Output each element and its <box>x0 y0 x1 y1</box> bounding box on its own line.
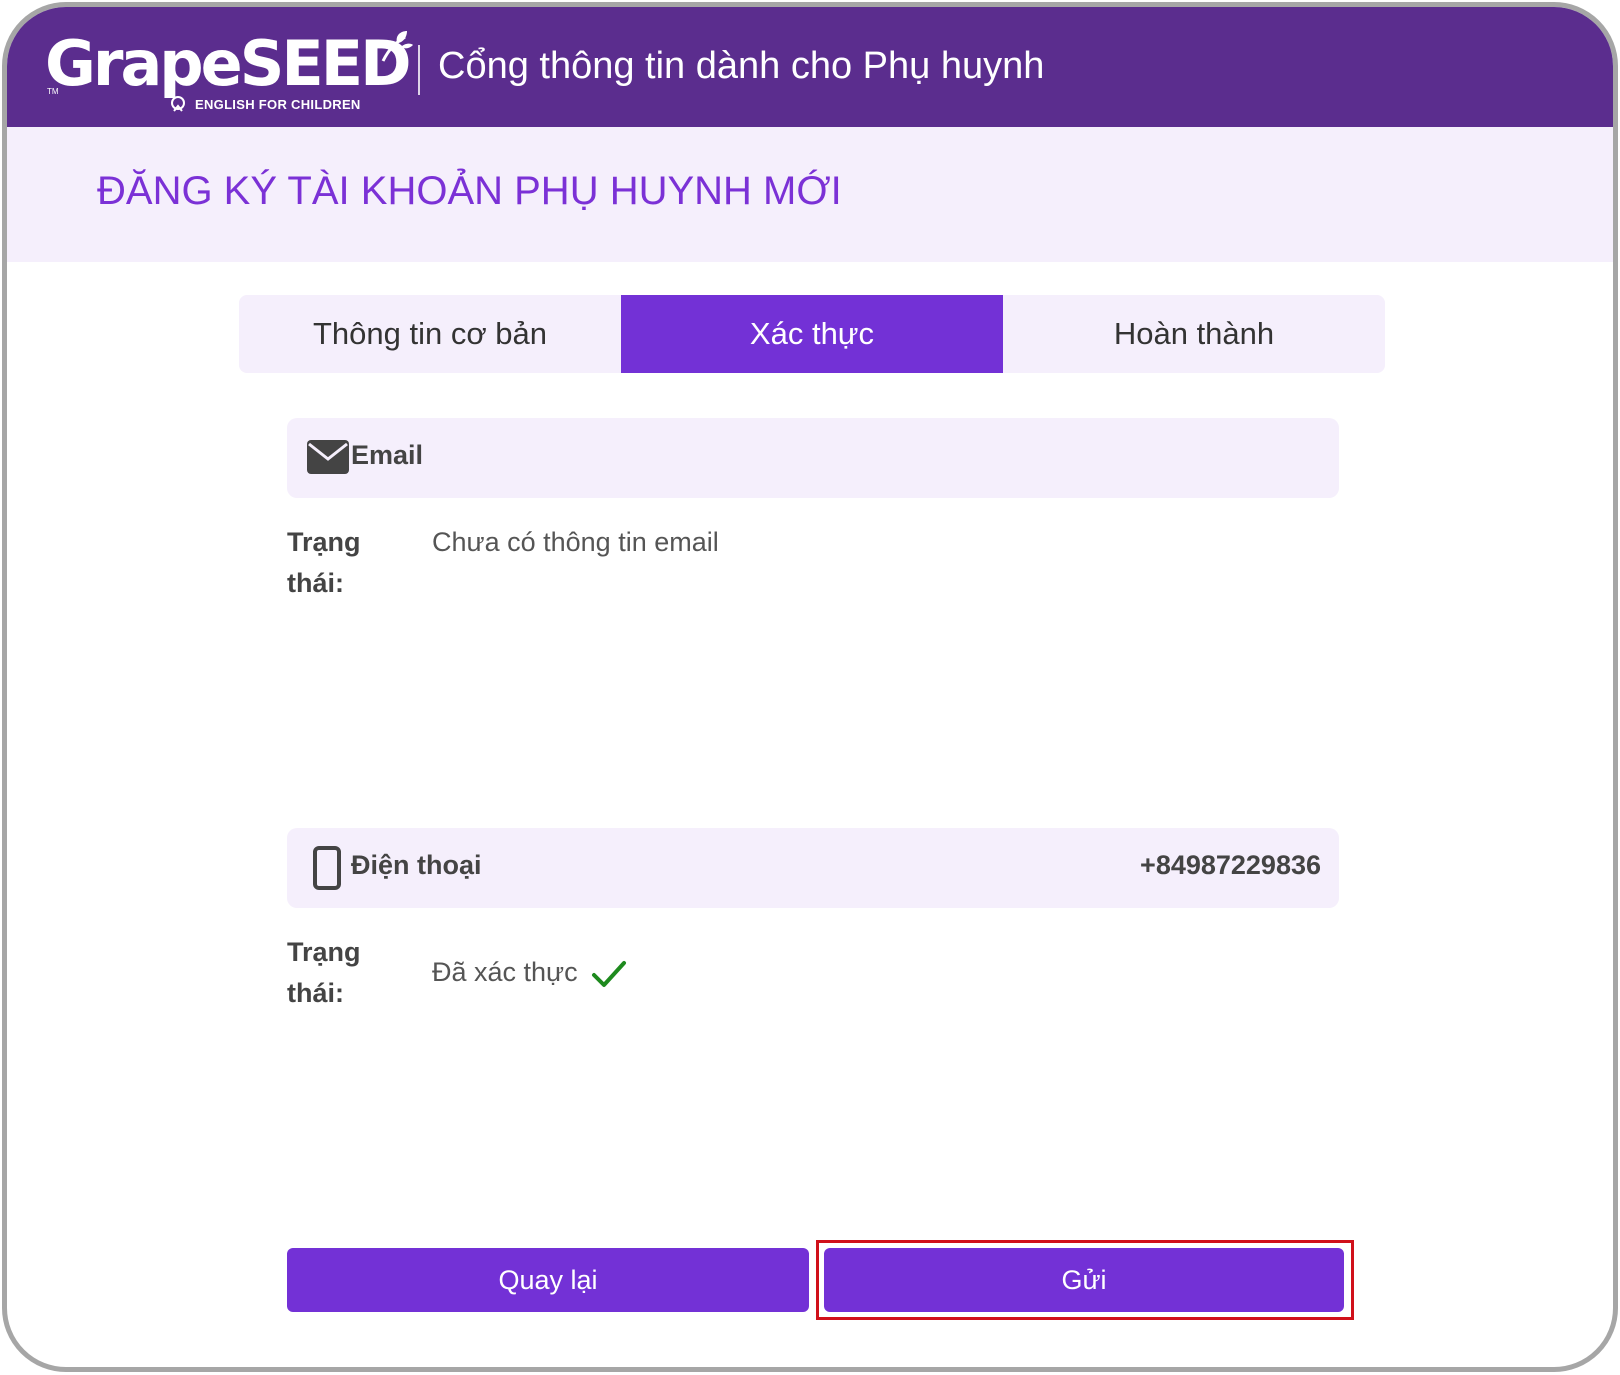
tab-basic-info[interactable]: Thông tin cơ bản <box>239 295 621 373</box>
phone-number: +84987229836 <box>1140 850 1321 880</box>
phone-label: Điện thoại <box>351 850 482 880</box>
title-band: ĐĂNG KÝ TÀI KHOẢN PHỤ HUYNH MỚI <box>7 127 1613 262</box>
email-status-label: Trạng thái: <box>287 527 361 598</box>
top-header: GrapeSEED TM ENGLISH FOR CHILDREN Cổng t… <box>7 7 1613 127</box>
email-section-header: Email <box>287 418 1339 498</box>
page-title: ĐĂNG KÝ TÀI KHOẢN PHỤ HUYNH MỚI <box>97 169 842 213</box>
logo-trademark: TM <box>47 87 59 96</box>
globe-icon <box>171 96 185 112</box>
tab-verification[interactable]: Xác thực <box>621 295 1003 373</box>
email-status-text: Chưa có thông tin email <box>432 527 719 557</box>
logo-wordmark: GrapeSEED <box>45 27 412 100</box>
logo-subtitle: ENGLISH FOR CHILDREN <box>195 97 361 112</box>
phone-status-text: Đã xác thực <box>432 957 578 987</box>
back-button[interactable]: Quay lại <box>287 1248 809 1312</box>
phone-icon <box>313 846 341 890</box>
header-divider <box>418 45 420 95</box>
grapeseed-logo: GrapeSEED TM ENGLISH FOR CHILDREN <box>45 29 413 119</box>
send-button[interactable]: Gửi <box>824 1248 1344 1312</box>
checkmark-icon <box>592 960 627 987</box>
phone-status-label: Trạng thái: <box>287 937 361 1008</box>
phone-status: Đã xác thực <box>432 957 627 989</box>
leaf-icon <box>381 31 413 62</box>
envelope-icon <box>307 440 349 474</box>
step-tabs: Thông tin cơ bản Xác thực Hoàn thành <box>239 295 1385 373</box>
portal-title: Cổng thông tin dành cho Phụ huynh <box>438 45 1045 87</box>
phone-section-header: Điện thoại +84987229836 <box>287 828 1339 908</box>
tab-complete[interactable]: Hoàn thành <box>1003 295 1385 373</box>
app-window: GrapeSEED TM ENGLISH FOR CHILDREN Cổng t… <box>2 2 1618 1372</box>
email-label: Email <box>351 440 424 470</box>
